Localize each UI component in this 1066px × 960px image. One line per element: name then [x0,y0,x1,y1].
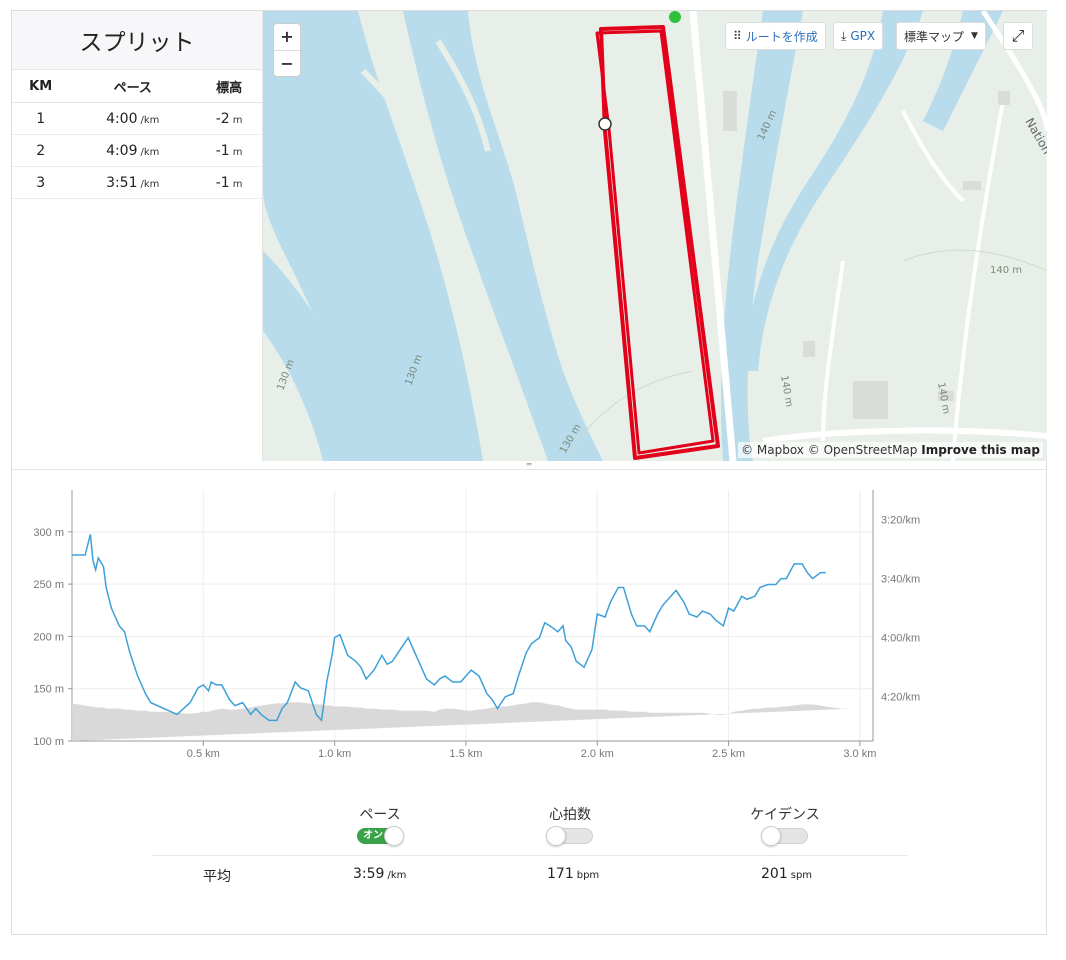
zoom-in-button[interactable]: + [274,24,300,51]
improve-map-link[interactable]: Improve this map [921,443,1040,457]
create-route-button[interactable]: ⠿ ルートを作成 [725,22,826,50]
gpx-download-button[interactable]: ⤓ GPX [833,22,884,50]
y-tick-label: 300 m [33,527,64,539]
average-heart-rate: 171 bpm [547,866,600,882]
splits-title: スプリット [12,11,262,70]
x-tick-label: 2.5 km [712,748,745,760]
finish-marker[interactable] [598,117,612,131]
y2-tick-label: 4:00/km [881,633,920,645]
osm-link[interactable]: © OpenStreetMap [808,443,918,457]
download-icon: ⤓ [841,28,847,43]
y-tick-label: 250 m [33,579,64,591]
col-pace: ペース [69,70,197,103]
contour-label: 140 m [778,375,794,408]
start-marker[interactable] [669,11,681,23]
map-attribution: © Mapbox © OpenStreetMap Improve this ma… [738,442,1043,458]
mapbox-link[interactable]: © Mapbox [741,443,804,457]
contour-label: 140 m [935,382,951,415]
pace-line [72,534,826,723]
split-pace: 3:51/km [69,166,197,199]
average-pace: 3:59/km [353,866,407,882]
y-tick-label: 100 m [33,736,64,748]
x-tick-label: 0.5 km [187,748,220,760]
map-canvas: 140 m 140 m 140 m 140 m 130 m 130 m 130 … [263,11,1047,461]
elevation-area [72,702,852,741]
average-label: 平均 [203,869,231,885]
split-km: 1 [12,102,70,135]
split-elev: -1 m [196,134,262,167]
pace-switch[interactable]: オン [357,826,404,846]
x-tick-label: 3.0 km [843,748,876,760]
fullscreen-button[interactable]: ⤢ [1003,22,1033,50]
splits-table: KM ペース 標高 1 4:00/km -2 m 2 4:09/km -1 m 3 … [12,70,262,199]
route-icon: ⠿ [733,29,742,43]
x-tick-label: 2.0 km [581,748,614,760]
zoom-control: + − [273,23,301,77]
divider [12,469,1046,470]
x-tick-label: 1.0 km [318,748,351,760]
col-km: KM [12,70,70,103]
route-map[interactable]: 140 m 140 m 140 m 140 m 130 m 130 m 130 … [263,11,1047,461]
chart-canvas: 300 m 250 m 200 m 150 m 100 m 3:20/km 3:40/km 4… [33,490,920,760]
col-elev: 標高 [196,70,262,103]
fullscreen-icon: ⤢ [1011,26,1025,45]
splits-panel: スプリット KM ペース 標高 1 4:00/km -2 m 2 4:09/km … [12,11,263,461]
toggle-cadence[interactable]: ケイデンス [740,804,830,848]
y2-tick-label: 3:40/km [881,574,920,586]
y-tick-label: 150 m [33,684,64,696]
y2-tick-label: 4:20/km [881,692,920,704]
contour-label: 140 m [990,265,1022,276]
cadence-switch[interactable] [761,826,808,846]
resize-handle[interactable]: ═ [524,461,534,469]
map-style-select[interactable]: 標準マップ ▼ [896,22,986,50]
heart-rate-switch[interactable] [546,826,593,846]
split-elev: -1 m [196,166,262,199]
elevation-pace-chart[interactable]: 300 m 250 m 200 m 150 m 100 m 3:20/km 3:40/km 4… [12,478,1046,768]
split-elev: -2 m [196,102,262,135]
toggle-heart-rate[interactable]: 心拍数 [535,804,605,848]
split-pace: 4:09/km [69,134,197,167]
divider [152,855,908,856]
x-tick-label: 1.5 km [449,748,482,760]
split-km: 3 [12,166,70,199]
average-cadence: 201 spm [761,866,813,882]
split-km: 2 [12,134,70,167]
caret-down-icon: ▼ [971,31,978,41]
table-row[interactable]: 2 4:09/km -1 m [12,134,262,167]
table-row[interactable]: 1 4:00/km -2 m [12,102,262,135]
table-row[interactable]: 3 3:51/km -1 m [12,166,262,199]
zoom-out-button[interactable]: − [274,51,300,77]
split-pace: 4:00/km [69,102,197,135]
y2-tick-label: 3:20/km [881,515,920,527]
toggle-pace[interactable]: ペース オン [345,804,415,848]
y-tick-label: 200 m [33,631,64,643]
